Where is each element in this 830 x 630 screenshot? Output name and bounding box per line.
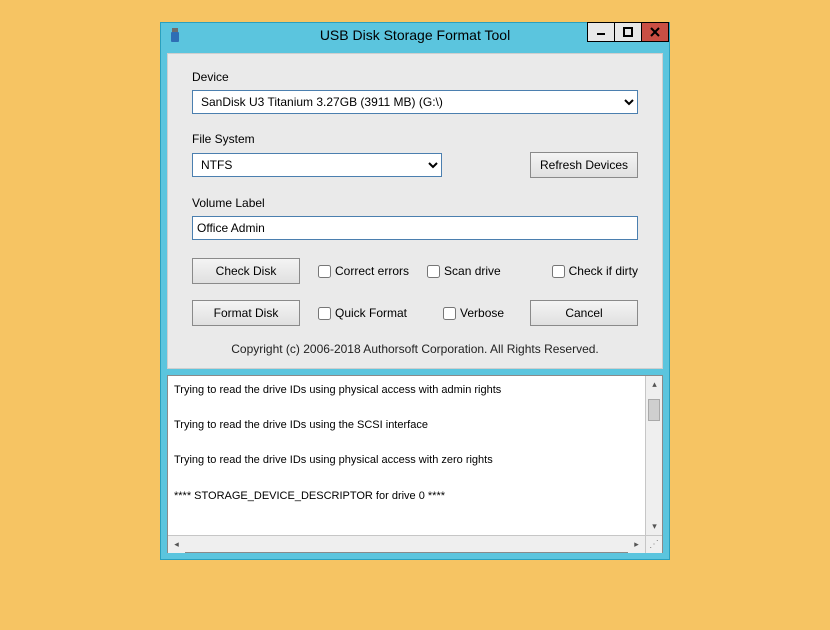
volume-label-label: Volume Label (192, 196, 638, 210)
scan-drive-checkbox[interactable]: Scan drive (427, 264, 501, 278)
maximize-button[interactable] (614, 22, 642, 42)
scroll-left-icon[interactable]: ◂ (168, 536, 185, 553)
window-controls (588, 22, 669, 42)
usb-drive-icon (167, 27, 183, 43)
device-select[interactable]: SanDisk U3 Titanium 3.27GB (3911 MB) (G:… (192, 90, 638, 114)
vertical-scrollbar[interactable]: ▴ ▾ (645, 376, 662, 535)
scroll-up-icon[interactable]: ▴ (646, 376, 662, 393)
app-window: USB Disk Storage Format Tool Device SanD… (160, 22, 670, 560)
correct-errors-checkbox[interactable]: Correct errors (318, 264, 409, 278)
log-line: Trying to read the drive IDs using physi… (174, 454, 639, 467)
titlebar[interactable]: USB Disk Storage Format Tool (161, 23, 669, 47)
horizontal-scrollbar[interactable]: ◂ ▸ ⋰ (168, 535, 662, 552)
log-output[interactable]: Trying to read the drive IDs using physi… (168, 376, 645, 535)
scroll-right-icon[interactable]: ▸ (628, 536, 645, 553)
log-panel: Trying to read the drive IDs using physi… (167, 375, 663, 553)
close-button[interactable] (641, 22, 669, 42)
cancel-button[interactable]: Cancel (530, 300, 638, 326)
quick-format-checkbox[interactable]: Quick Format (318, 306, 407, 320)
log-line: **** STORAGE_DEVICE_DESCRIPTOR for drive… (174, 490, 639, 503)
filesystem-select[interactable]: NTFS (192, 153, 442, 177)
client-area: Device SanDisk U3 Titanium 3.27GB (3911 … (167, 53, 663, 369)
verbose-checkbox[interactable]: Verbose (443, 306, 504, 320)
volume-label-input[interactable] (192, 216, 638, 240)
copyright-text: Copyright (c) 2006-2018 Authorsoft Corpo… (192, 342, 638, 356)
check-if-dirty-checkbox[interactable]: Check if dirty (552, 264, 638, 278)
filesystem-label: File System (192, 132, 638, 146)
refresh-devices-button[interactable]: Refresh Devices (530, 152, 638, 178)
log-line: Trying to read the drive IDs using the S… (174, 419, 639, 432)
scroll-thumb[interactable] (648, 399, 660, 421)
minimize-button[interactable] (587, 22, 615, 42)
scroll-down-icon[interactable]: ▾ (646, 518, 662, 535)
format-disk-button[interactable]: Format Disk (192, 300, 300, 326)
log-line: Trying to read the drive IDs using physi… (174, 384, 639, 397)
resize-grip-icon[interactable]: ⋰ (645, 536, 662, 553)
device-label: Device (192, 70, 638, 84)
check-disk-button[interactable]: Check Disk (192, 258, 300, 284)
